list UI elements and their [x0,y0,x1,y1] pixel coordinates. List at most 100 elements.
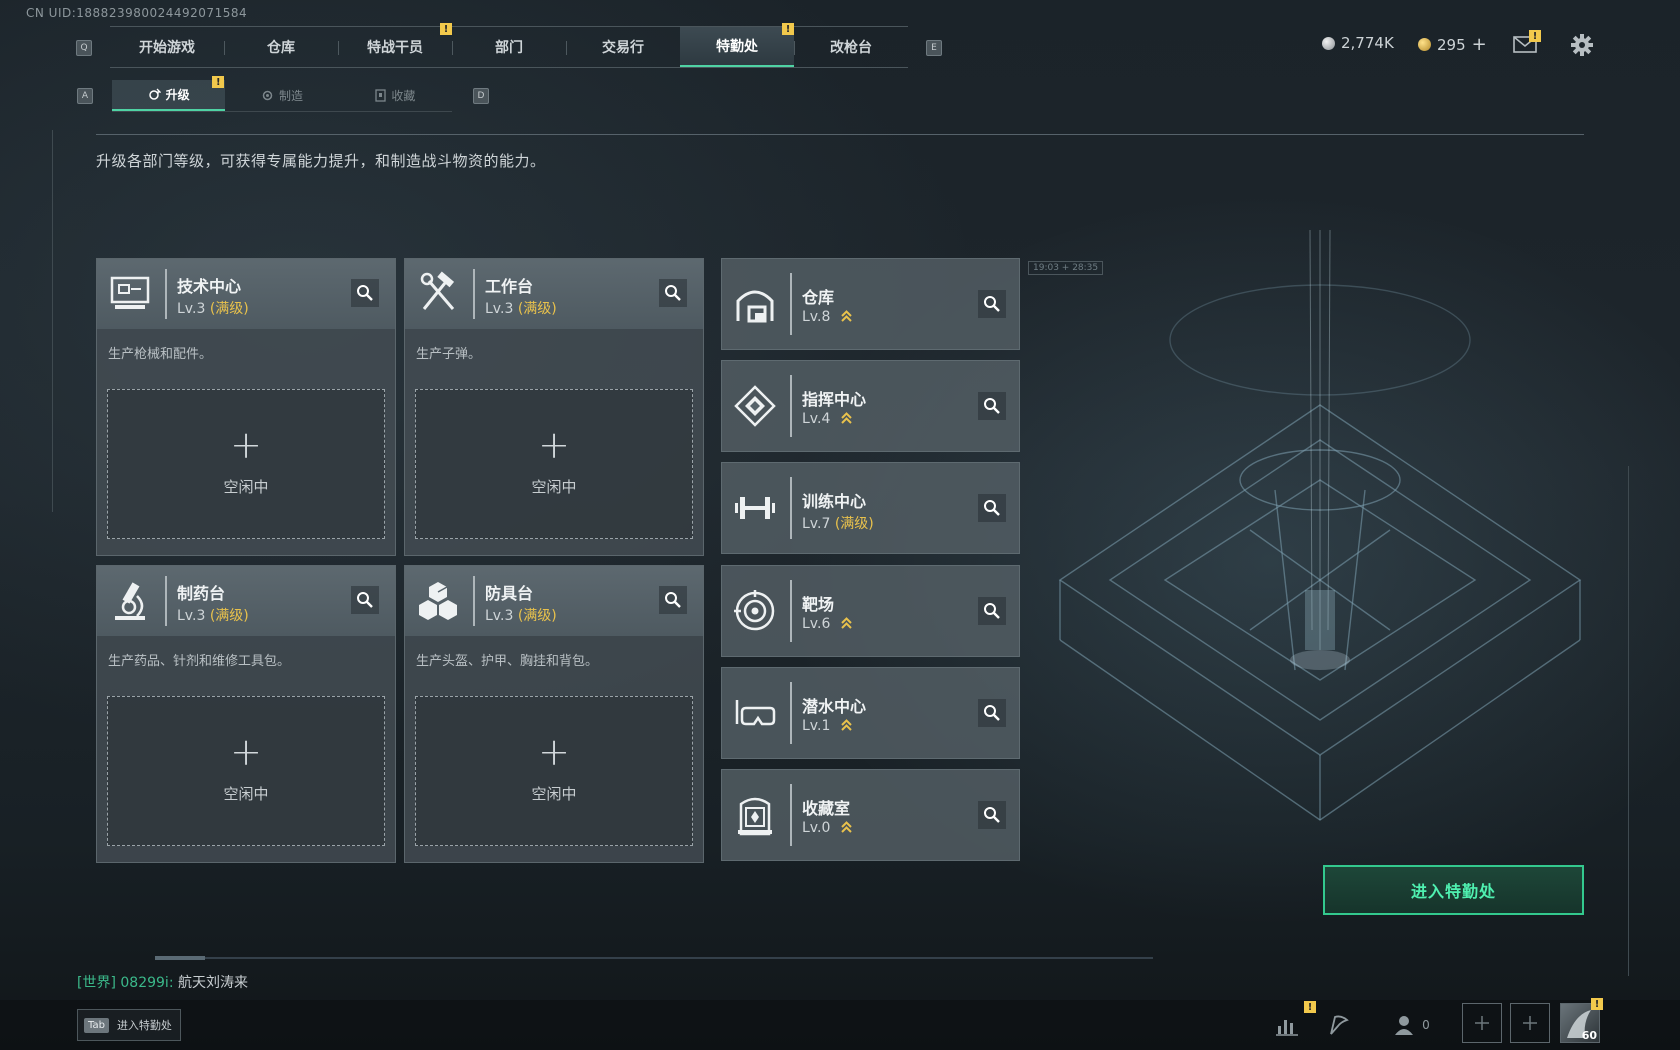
facility-level: Lv.3 (满级) [485,298,557,318]
add-gold-button[interactable]: + [1472,34,1487,55]
notification-badge: ! [212,76,225,88]
inspect-button[interactable] [351,279,379,307]
tab-special-ops[interactable]: 特勤处 ! [680,23,794,67]
chat-channel: [世界] [77,975,116,991]
chat-separator: : [168,975,174,991]
card-header: 工作台 Lv.3 (满级) [405,259,703,329]
facility-card-tech-center: 技术中心 Lv.3 (满级) 生产枪械和配件。 + 空闲中 [96,258,396,556]
production-slot[interactable]: + 空闲中 [415,696,693,846]
upgrade-arrow-icon [841,719,852,731]
facility-name: 工作台 [485,277,534,296]
subtab-craft[interactable]: 制造 [225,80,338,111]
header-divider [96,134,1584,135]
department-collection-room[interactable]: 收藏室 Lv.0 [721,769,1020,861]
max-level-label: (满级) [517,608,557,624]
header-separator [473,576,475,626]
facility-description: 生产药品、针剂和维修工具包。 [108,654,291,669]
header-separator [790,375,792,437]
department-command-center[interactable]: 指挥中心 Lv.4 [721,360,1020,452]
level-value: Lv.4 [802,411,831,427]
tab-label: 特勤处 [716,39,758,55]
player-avatar[interactable]: 60 ! [1560,998,1603,1043]
inspect-button[interactable] [978,699,1006,727]
silver-amount: 2,774K [1341,34,1394,52]
warehouse-icon [736,290,774,323]
department-level: Lv.0 [802,820,852,836]
subnav-prev-key[interactable]: A [77,88,93,104]
tab-market[interactable]: 交易行 [566,27,680,67]
tab-shortcut[interactable]: Tab 进入特勤处 [77,1009,181,1041]
search-icon [984,705,1000,721]
subtab-upgrade[interactable]: 升级 ! [112,76,226,111]
friends-count: 0 [1422,1018,1430,1032]
header-separator [473,269,475,319]
tab-label: 仓库 [267,40,295,56]
flag-button[interactable] [1322,1008,1356,1042]
department-warehouse[interactable]: 仓库 Lv.8 [721,258,1020,350]
max-level-label: (满级) [834,516,874,532]
nav-next-key[interactable]: E [926,40,942,56]
tab-start-game[interactable]: 开始游戏 [110,27,224,67]
inspect-button[interactable] [978,494,1006,522]
mail-button[interactable]: ! [1513,30,1541,54]
notification-badge: ! [440,23,452,35]
plus-icon [1523,1016,1537,1030]
department-level: Lv.1 [802,718,852,734]
slot-status: 空闲中 [223,785,269,803]
inspect-button[interactable] [978,801,1006,829]
level-value: Lv.3 [485,301,514,317]
header-separator [790,784,792,846]
department-training-center[interactable]: 训练中心 Lv.7 (满级) [721,462,1020,554]
friends-button[interactable]: 0 [1388,1008,1436,1042]
inspect-button[interactable] [659,586,687,614]
inspect-button[interactable] [978,597,1006,625]
showcase-icon [738,797,772,836]
tools-icon [420,271,455,310]
facility-name: 防具台 [485,584,534,603]
department-shooting-range[interactable]: 靶场 Lv.6 [721,565,1020,657]
armor-blocks-icon [419,582,457,620]
nav-prev-key[interactable]: Q [76,40,92,56]
add-slot-button[interactable] [1510,1003,1550,1043]
department-name: 仓库 [802,288,835,307]
tab-departments[interactable]: 部门 [452,27,566,67]
add-slot-button[interactable] [1462,1003,1502,1043]
gold-currency[interactable]: 295 + [1418,34,1487,55]
plus-icon [1475,1016,1489,1030]
facility-level: Lv.3 (满级) [177,605,249,625]
inspect-button[interactable] [978,290,1006,318]
department-dive-center[interactable]: 潜水中心 Lv.1 [721,667,1020,759]
facility-level: Lv.3 (满级) [485,605,557,625]
card-header: 技术中心 Lv.3 (满级) [97,259,395,329]
trophy-icon [375,89,386,102]
tab-gunsmith[interactable]: 改枪台 [794,27,908,67]
add-icon: + [538,423,570,467]
header-separator [790,580,792,642]
enter-special-ops-button[interactable]: 进入特勤处 [1323,865,1584,915]
chat-line[interactable]: [世界] 08299i: 航天刘涛来 [77,972,248,992]
tab-operators[interactable]: 特战干员 ! [338,23,452,67]
stats-button[interactable]: ! [1270,1001,1316,1042]
tab-keycap: Tab [84,1017,109,1033]
facility-description: 生产头盔、护甲、胸挂和背包。 [416,654,599,669]
subtab-collection[interactable]: 收藏 [339,80,452,111]
timeline-track [155,957,1153,959]
inspect-button[interactable] [351,586,379,614]
level-value: Lv.1 [802,718,831,734]
subnav-next-key[interactable]: D [473,88,489,104]
production-slot[interactable]: + 空闲中 [107,389,385,539]
flag-icon [1330,1015,1349,1035]
production-slot[interactable]: + 空闲中 [415,389,693,539]
tab-warehouse[interactable]: 仓库 [224,27,338,67]
dumbbell-icon [735,497,775,519]
level-value: Lv.0 [802,820,831,836]
department-name: 靶场 [802,595,835,614]
mail-badge: ! [1529,30,1541,42]
inspect-button[interactable] [978,392,1006,420]
settings-button[interactable] [1570,33,1594,61]
production-slot[interactable]: + 空闲中 [107,696,385,846]
inspect-button[interactable] [659,279,687,307]
upgrade-arrow-icon [841,821,852,833]
sub-nav: 升级 ! 制造 收藏 [112,76,452,112]
search-icon [665,592,681,608]
